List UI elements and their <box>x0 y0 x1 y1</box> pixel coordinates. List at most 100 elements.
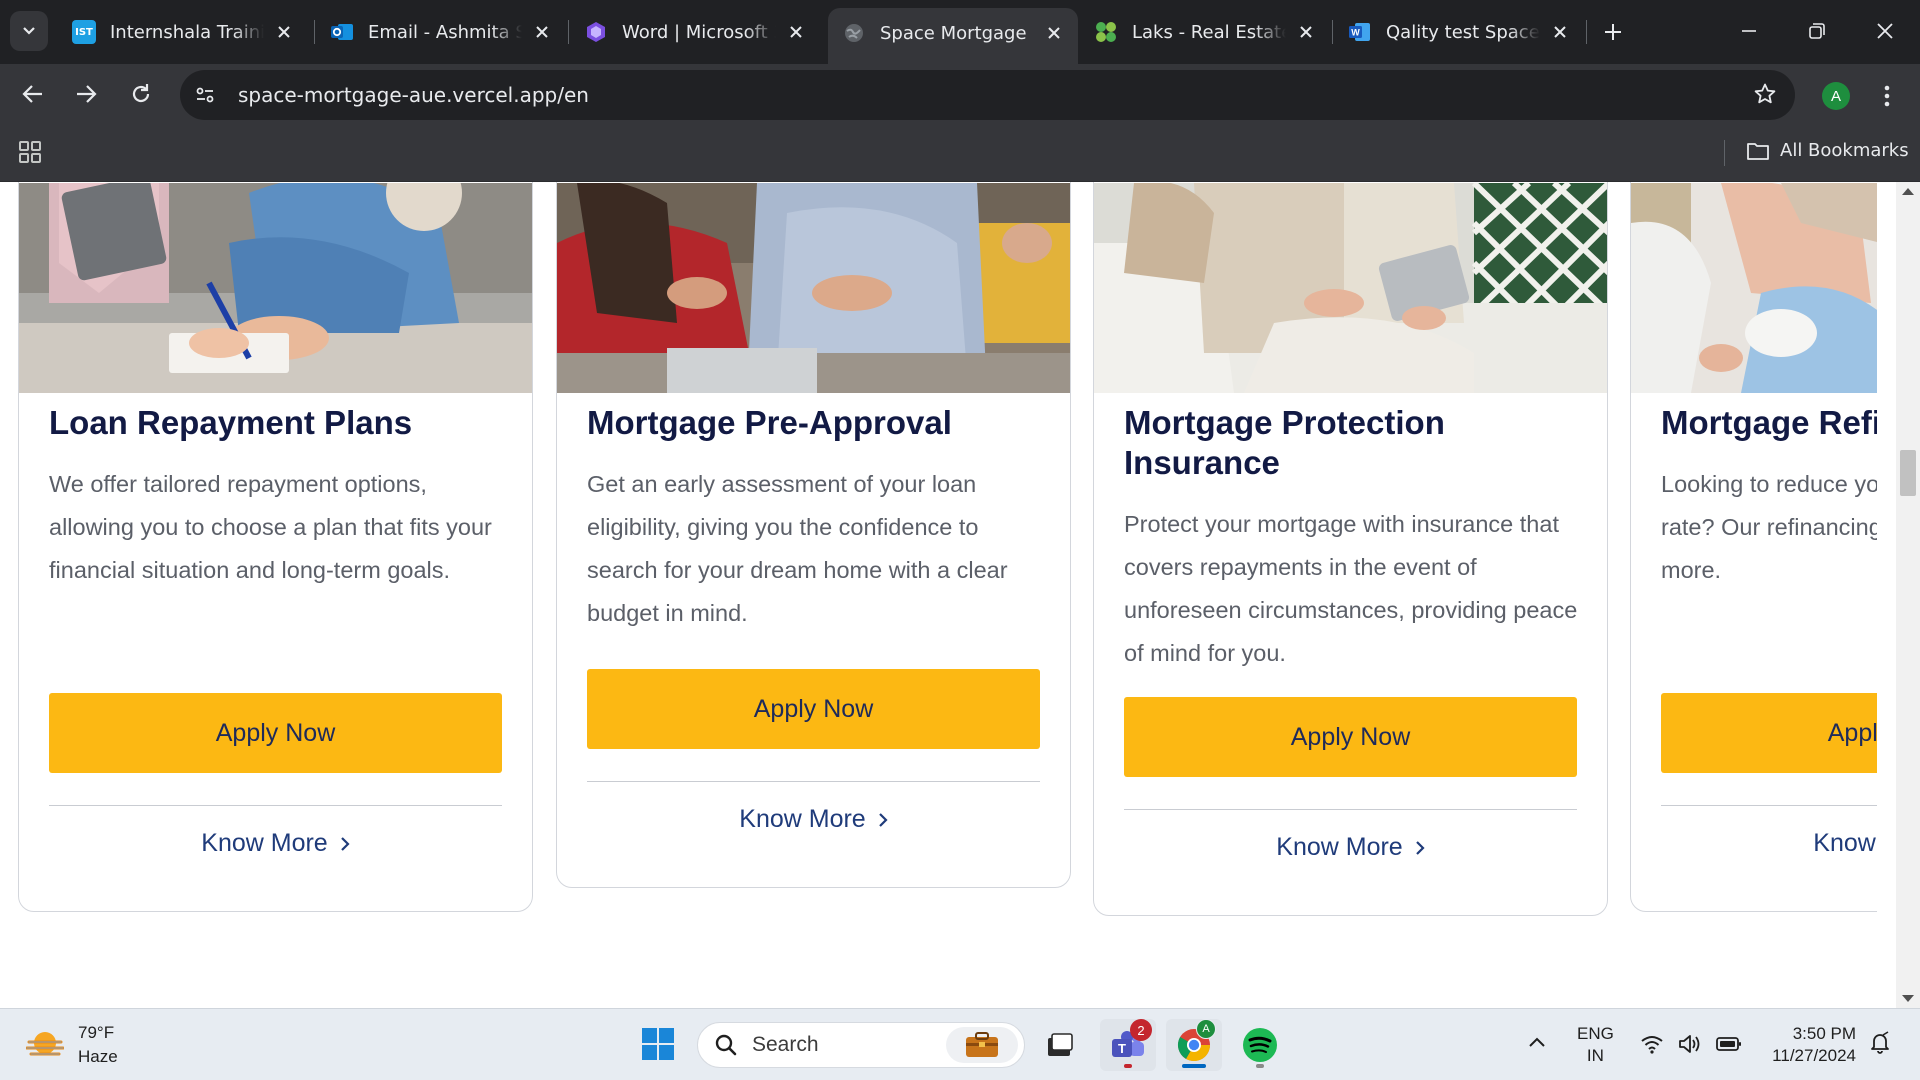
tab-title: Qality test Space Mortgage <box>1386 21 1540 43</box>
card-divider <box>49 805 502 806</box>
notification-center-button[interactable] <box>1868 1031 1892 1059</box>
tab-separator <box>314 20 315 44</box>
card-title: Mortgage Refinancing <box>1661 404 1877 441</box>
running-indicator <box>1124 1064 1132 1068</box>
card-image-loan-repayment <box>19 183 532 393</box>
card-description: We offer tailored repayment options, all… <box>49 471 492 583</box>
language-indicator[interactable]: ENG IN <box>1577 1023 1614 1067</box>
tab-strip: IST Internshala Training Email - Ashmita… <box>0 0 1920 64</box>
tab-email[interactable]: Email - Ashmita Sharma <box>316 10 566 54</box>
taskbar-task-view[interactable] <box>1032 1019 1088 1071</box>
chevron-down-icon <box>23 27 35 35</box>
all-bookmarks-button[interactable]: All Bookmarks <box>1746 140 1909 161</box>
apply-now-button[interactable]: Apply Now <box>1124 697 1577 777</box>
scroll-up-arrow-icon[interactable] <box>1902 188 1914 195</box>
folder-icon <box>1747 142 1769 160</box>
back-arrow-icon <box>22 85 42 103</box>
scroll-thumb[interactable] <box>1900 450 1916 496</box>
taskbar-teams[interactable]: T 2 <box>1100 1019 1156 1071</box>
taskbar-chrome[interactable]: A <box>1166 1019 1222 1071</box>
taskbar-search-box[interactable]: Search <box>697 1022 1025 1068</box>
scroll-down-arrow-icon[interactable] <box>1902 995 1914 1002</box>
restore-button[interactable] <box>1794 10 1840 52</box>
browser-menu-button[interactable] <box>1872 78 1902 114</box>
weather-widget[interactable]: 79°F Haze <box>26 1021 118 1069</box>
profile-avatar[interactable]: A <box>1822 82 1850 110</box>
card-description: Get an early assessment of your loan eli… <box>587 471 1008 626</box>
system-tray[interactable] <box>1640 1033 1742 1055</box>
tab-title: Space Mortgage <box>880 22 1027 44</box>
know-more-link[interactable]: Know More <box>587 799 1040 839</box>
card-image-pre-approval <box>557 183 1070 393</box>
weather-temperature: 79°F <box>78 1023 115 1042</box>
card-image-refinancing <box>1631 183 1877 393</box>
copilot-icon <box>584 20 608 44</box>
internshala-icon: IST <box>72 20 96 44</box>
close-icon[interactable] <box>1548 20 1572 44</box>
site-info-icon[interactable] <box>182 72 228 118</box>
close-icon[interactable] <box>272 20 296 44</box>
close-icon[interactable] <box>784 20 808 44</box>
url-text[interactable]: space-mortgage-aue.vercel.app/en <box>238 83 589 107</box>
tab-internshala[interactable]: IST Internshala Training <box>58 10 308 54</box>
apps-grid-icon[interactable] <box>18 140 42 168</box>
back-button[interactable] <box>13 74 53 114</box>
wifi-icon <box>1641 1036 1663 1054</box>
bookmark-star-icon[interactable] <box>1753 82 1777 110</box>
page-scrollbar[interactable] <box>1896 182 1920 1008</box>
address-bar[interactable]: space-mortgage-aue.vercel.app/en <box>180 70 1795 120</box>
close-icon[interactable] <box>1042 21 1066 45</box>
clock-date: 11/27/2024 <box>1772 1046 1856 1065</box>
plus-icon <box>1605 24 1621 40</box>
minimize-icon <box>1742 30 1756 32</box>
svg-text:W: W <box>1351 28 1360 38</box>
haze-weather-icon <box>26 1032 64 1056</box>
show-hidden-icons-button[interactable] <box>1528 1033 1546 1052</box>
know-more-link[interactable]: Know More <box>1661 823 1877 863</box>
tab-laks[interactable]: Laks - Real Estate Mortgage <box>1080 10 1330 54</box>
tab-space-mortgage[interactable]: Space Mortgage <box>828 8 1078 64</box>
tab-separator <box>568 20 569 44</box>
apply-now-button[interactable]: Apply Now <box>49 693 502 773</box>
reload-button[interactable] <box>121 74 161 114</box>
close-icon[interactable] <box>1294 20 1318 44</box>
taskbar-spotify[interactable] <box>1232 1019 1288 1071</box>
new-tab-button[interactable] <box>1595 14 1631 50</box>
language-code: ENG <box>1577 1024 1614 1043</box>
close-icon <box>1877 23 1893 39</box>
tab-search-button[interactable] <box>10 11 48 51</box>
forward-button[interactable] <box>66 74 106 114</box>
windows-taskbar: 79°F Haze Search T 2 A ENG IN 3:50 PM 11… <box>0 1008 1920 1080</box>
start-button[interactable] <box>641 1027 675 1065</box>
service-card-loan-repayment: Loan Repayment Plans We offer tailored r… <box>18 182 533 912</box>
card-clip: Mortgage Refinancing Looking to reduce y… <box>1630 182 1877 922</box>
clock-time: 3:50 PM <box>1792 1024 1856 1043</box>
tab-quality-test[interactable]: W Qality test Space Mortgage <box>1334 10 1584 54</box>
apply-now-button[interactable]: Apply Now <box>1661 693 1877 773</box>
spotify-icon <box>1243 1028 1277 1062</box>
battery-icon <box>1716 1037 1741 1051</box>
weather-condition: Haze <box>78 1047 118 1066</box>
know-more-label: Know More <box>739 804 866 833</box>
card-description: Protect your mortgage with insurance tha… <box>1124 511 1578 666</box>
apply-now-button[interactable]: Apply Now <box>587 669 1040 749</box>
clock[interactable]: 3:50 PM 11/27/2024 <box>1756 1023 1856 1067</box>
service-card-refinancing: Mortgage Refinancing Looking to reduce y… <box>1630 182 1877 912</box>
restore-icon <box>1809 23 1825 39</box>
forward-arrow-icon <box>77 85 97 103</box>
know-more-link[interactable]: Know More <box>1124 827 1577 867</box>
close-icon[interactable] <box>530 20 554 44</box>
laks-icon <box>1094 20 1118 44</box>
all-bookmarks-label: All Bookmarks <box>1780 140 1909 161</box>
search-placeholder: Search <box>752 1033 819 1056</box>
know-more-link[interactable]: Know More <box>49 823 502 863</box>
minimize-button[interactable] <box>1726 10 1772 52</box>
reload-icon <box>132 84 150 103</box>
card-title: Loan Repayment Plans <box>49 404 413 441</box>
volume-icon <box>1679 1035 1700 1053</box>
tab-word[interactable]: Word | Microsoft 365 <box>570 10 820 54</box>
page-content: Loan Repayment Plans We offer tailored r… <box>0 182 1896 1008</box>
tab-title: Word | Microsoft 365 <box>622 21 776 43</box>
close-window-button[interactable] <box>1862 10 1908 52</box>
chevron-right-icon <box>1415 834 1425 863</box>
